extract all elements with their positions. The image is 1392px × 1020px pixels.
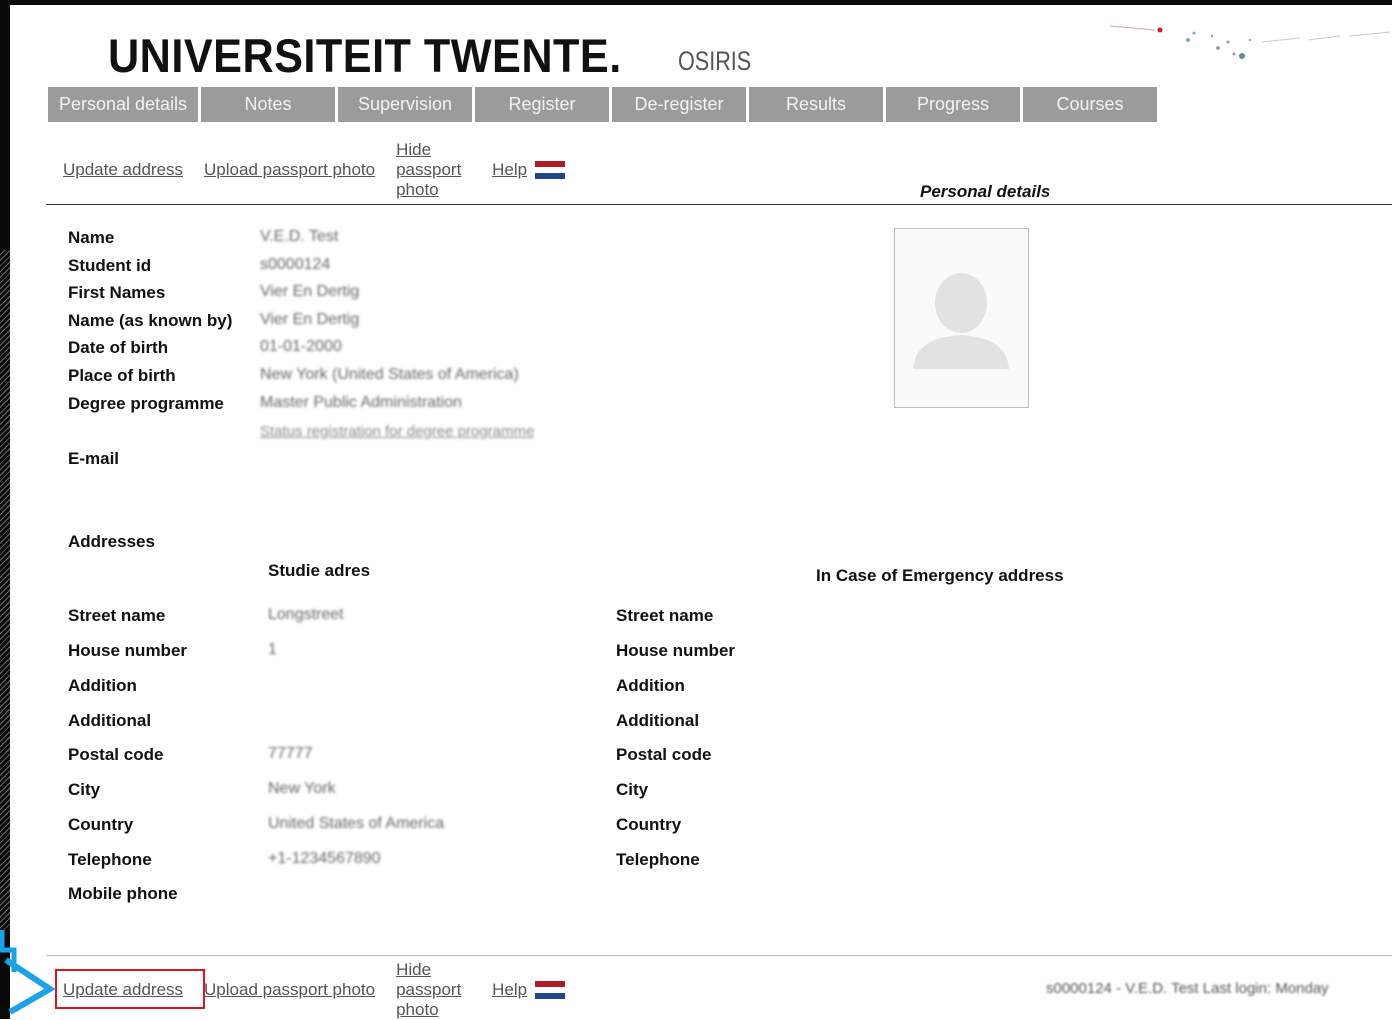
label-date-of-birth: Date of birth: [68, 338, 169, 357]
study-value-street: Longstreet: [268, 606, 344, 623]
help-link[interactable]: Help: [492, 160, 527, 180]
update-address-highlight-box: [55, 969, 205, 1009]
study-value-country: United States of America: [268, 815, 445, 832]
emergency-label-telephone: Telephone: [616, 850, 700, 869]
hide-passport-photo-link-bottom[interactable]: Hide passport photo: [396, 960, 474, 1020]
emergency-label-postal-code: Postal code: [616, 745, 712, 764]
label-known-by: Name (as known by): [68, 311, 233, 330]
emergency-label-house-number: House number: [616, 641, 736, 660]
study-value-telephone: +1-1234567890: [268, 850, 381, 867]
upload-passport-photo-link[interactable]: Upload passport photo: [204, 160, 375, 180]
screen-edge-top: [0, 0, 1392, 5]
study-label-city: City: [68, 780, 101, 799]
study-label-mobile-phone: Mobile phone: [68, 884, 178, 903]
label-student-id: Student id: [68, 256, 152, 275]
edge-hatch: [0, 250, 10, 930]
emergency-label-country: Country: [616, 815, 682, 834]
study-value-postal-code: 77777: [268, 745, 313, 762]
upload-passport-photo-link-bottom[interactable]: Upload passport photo: [204, 980, 375, 1000]
header-divider: [46, 204, 1392, 205]
study-label-country: Country: [68, 815, 134, 834]
value-first-names: Vier En Dertig: [260, 283, 360, 300]
emergency-label-city: City: [616, 780, 649, 799]
university-logo: UNIVERSITEIT TWENTE.: [108, 29, 622, 82]
study-label-postal-code: Postal code: [68, 745, 164, 764]
update-address-link[interactable]: Update address: [63, 160, 183, 180]
emergency-label-additional: Additional: [616, 711, 700, 730]
screen-edge-left: [0, 0, 10, 1019]
footer-login-status: s0000124 - V.E.D. Test Last login: Monda…: [1046, 980, 1329, 997]
value-name: V.E.D. Test: [260, 228, 339, 245]
section-title: Personal details: [920, 182, 1051, 201]
passport-photo: [894, 228, 1029, 408]
value-place-of-birth: New York (United States of America): [260, 366, 519, 383]
study-label-telephone: Telephone: [68, 850, 152, 869]
top-action-bar: Update address Upload passport photo Hid…: [63, 140, 566, 200]
main-tab-bar: Personal details Notes Supervision Regis…: [48, 87, 1157, 122]
tab-de-register[interactable]: De-register: [612, 87, 746, 122]
person-silhouette-icon: [913, 273, 1009, 369]
label-email: E-mail: [68, 449, 120, 468]
label-degree-programme: Degree programme: [68, 394, 224, 413]
study-label-street: Street name: [68, 606, 166, 625]
app-name: OSIRIS: [678, 46, 752, 76]
dutch-flag-icon[interactable]: [535, 161, 566, 179]
study-address-heading: Studie adres: [268, 561, 371, 580]
tab-personal-details[interactable]: Personal details: [48, 87, 198, 122]
study-label-house-number: House number: [68, 641, 188, 660]
emergency-address-heading: In Case of Emergency address: [816, 566, 1064, 585]
study-label-addition: Addition: [68, 676, 137, 695]
value-date-of-birth: 01-01-2000: [260, 338, 342, 355]
footer-divider: [46, 955, 1392, 956]
study-value-city: New York: [268, 780, 336, 797]
value-student-id: s0000124: [260, 256, 331, 273]
tab-courses[interactable]: Courses: [1023, 87, 1157, 122]
value-known-by: Vier En Dertig: [260, 311, 360, 328]
tab-supervision[interactable]: Supervision: [338, 87, 472, 122]
study-value-house-number: 1: [268, 641, 277, 658]
label-place-of-birth: Place of birth: [68, 366, 176, 385]
addresses-heading: Addresses: [68, 532, 155, 551]
label-first-names: First Names: [68, 283, 166, 302]
tab-results[interactable]: Results: [749, 87, 883, 122]
arrow-pointer-icon: [0, 930, 56, 1015]
study-label-additional: Additional: [68, 711, 152, 730]
tab-notes[interactable]: Notes: [201, 87, 335, 122]
label-name: Name: [68, 228, 115, 247]
status-registration-link[interactable]: Status registration for degree programme: [260, 423, 534, 440]
help-link-bottom[interactable]: Help: [492, 980, 527, 1000]
value-degree-programme: Master Public Administration: [260, 394, 462, 411]
dutch-flag-icon-bottom[interactable]: [535, 981, 566, 999]
decorative-dots-graphic: [1109, 25, 1391, 59]
tab-progress[interactable]: Progress: [886, 87, 1020, 122]
hide-passport-photo-link[interactable]: Hide passport photo: [396, 140, 474, 200]
emergency-label-street: Street name: [616, 606, 714, 625]
tab-register[interactable]: Register: [475, 87, 609, 122]
emergency-label-addition: Addition: [616, 676, 685, 695]
